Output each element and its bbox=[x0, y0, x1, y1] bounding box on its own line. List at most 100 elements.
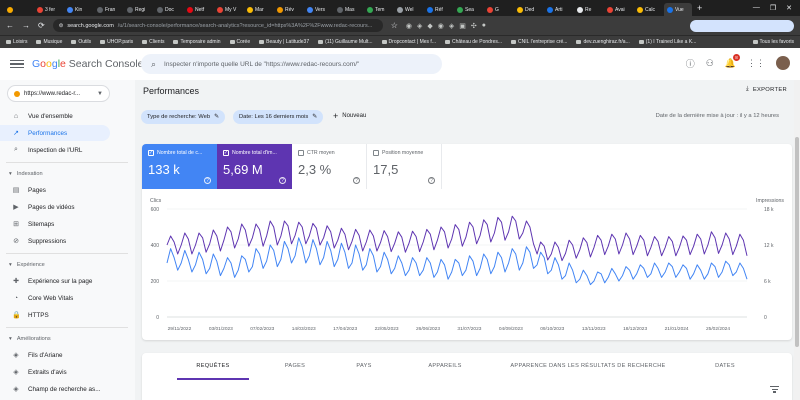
profile-icon[interactable]: ● bbox=[482, 22, 486, 29]
user-settings-icon[interactable]: ⚇ bbox=[706, 58, 714, 69]
browser-tab[interactable]: Mar bbox=[244, 3, 272, 16]
sidebar-item-experience[interactable]: ✚ Expérience sur la page bbox=[0, 273, 110, 289]
bookmark-item[interactable]: Temporaire admin bbox=[173, 39, 221, 45]
browser-tab[interactable]: Réf bbox=[424, 3, 452, 16]
puzzle-icon[interactable]: ✣ bbox=[471, 22, 477, 30]
extension-icon[interactable]: ◈ bbox=[449, 22, 454, 30]
maximize-button[interactable]: ❐ bbox=[770, 4, 776, 12]
minimize-button[interactable]: — bbox=[753, 4, 760, 12]
extension-icon[interactable]: ◉ bbox=[406, 22, 412, 30]
bookmark-item[interactable]: dev.zuenghiraz.fr/a... bbox=[576, 39, 630, 45]
bookmark-item[interactable]: Loisirs bbox=[6, 39, 27, 45]
metric-total-impressions[interactable]: ✓ Nombre total d'im... 5,69 M ? bbox=[217, 144, 292, 189]
browser-tab[interactable]: Calc bbox=[634, 3, 662, 16]
sidebar-item-search[interactable]: ⌕ Inspection de l'URL bbox=[0, 142, 110, 158]
browser-tab[interactable]: Fran bbox=[94, 3, 122, 16]
metric-average-position[interactable]: Position moyenne 17,5 ? bbox=[367, 144, 442, 189]
forward-arrow-icon[interactable]: → bbox=[22, 21, 30, 30]
help-icon[interactable]: ? bbox=[279, 177, 286, 184]
browser-tab[interactable]: Avai bbox=[604, 3, 632, 16]
sidebar-item-pages[interactable]: ▤ Pages bbox=[0, 182, 110, 198]
bookmark-item[interactable]: (11) Guillaume Mult... bbox=[318, 39, 373, 45]
browser-tab[interactable]: Vue bbox=[664, 3, 692, 16]
series-line-impressions[interactable] bbox=[166, 215, 748, 262]
browser-tab[interactable]: Doc bbox=[154, 3, 182, 16]
bookmark-item[interactable]: Beauty | Latitude37 bbox=[259, 39, 309, 45]
extension-icon[interactable]: ▣ bbox=[459, 22, 466, 30]
browser-tab[interactable] bbox=[4, 3, 32, 16]
filter-rows-icon[interactable] bbox=[770, 386, 779, 393]
bookmark-star-icon[interactable]: ☆ bbox=[391, 21, 398, 30]
sidebar-item-speed[interactable]: ◔ Core Web Vitals bbox=[0, 290, 110, 306]
sidebar-item-breadcrumb[interactable]: ◈ Fils d'Ariane bbox=[0, 347, 110, 363]
search-console-logo[interactable]: Google Search Console bbox=[32, 58, 144, 70]
sidebar-item-sitemap[interactable]: ⊞ Sitemaps bbox=[0, 216, 110, 232]
bookmark-item[interactable]: Clients bbox=[142, 39, 164, 45]
extension-icon[interactable]: ◈ bbox=[417, 22, 422, 30]
extension-icon[interactable]: ◉ bbox=[438, 22, 444, 30]
property-selector[interactable]: https://www.redac-r... ▼ bbox=[7, 85, 110, 102]
checkbox-checked-icon[interactable]: ✓ bbox=[223, 150, 229, 156]
search-type-filter-chip[interactable]: Type de recherche: Web ✎ bbox=[141, 110, 225, 124]
browser-tab[interactable]: Rév bbox=[274, 3, 302, 16]
site-info-icon[interactable]: ⊜ bbox=[59, 23, 64, 29]
sidebar-item-home[interactable]: ⌂ Vue d'ensemble bbox=[0, 108, 110, 124]
browser-tab[interactable]: G bbox=[484, 3, 512, 16]
browser-tab[interactable]: Netf bbox=[184, 3, 212, 16]
browser-tab[interactable]: Kin bbox=[64, 3, 92, 16]
apps-grid-icon[interactable]: ⋮⋮ bbox=[747, 58, 765, 69]
checkbox-unchecked-icon[interactable] bbox=[298, 150, 304, 156]
bookmark-item[interactable]: UHOP.paris bbox=[100, 39, 133, 45]
dimension-tab[interactable]: APPARENCE DANS LES RÉSULTATS DE RECHERCH… bbox=[510, 363, 665, 369]
sidebar-item-review[interactable]: ◈ Extraits d'avis bbox=[0, 364, 110, 380]
sidebar-section-header[interactable]: ▾ Expérience bbox=[0, 258, 135, 272]
bookmark-item[interactable]: Dropcontact | Mes f... bbox=[381, 39, 436, 45]
bookmark-item[interactable]: CNIL l'entreprise cré... bbox=[511, 39, 567, 45]
page-scrollbar[interactable] bbox=[794, 80, 800, 400]
extension-icon[interactable]: ◆ bbox=[427, 22, 432, 30]
hamburger-menu-icon[interactable] bbox=[10, 59, 24, 69]
checkbox-checked-icon[interactable]: ✓ bbox=[148, 150, 154, 156]
bookmark-item[interactable]: Outils bbox=[71, 39, 91, 45]
sidebar-item-sitelinks[interactable]: ◈ Champ de recherche as... bbox=[0, 381, 110, 397]
scrollbar-thumb[interactable] bbox=[795, 137, 799, 347]
close-window-button[interactable]: ✕ bbox=[786, 4, 792, 12]
browser-tab[interactable]: Re bbox=[574, 3, 602, 16]
browser-tab[interactable]: My V bbox=[214, 3, 242, 16]
dimension-tab[interactable]: APPAREILS bbox=[428, 363, 461, 369]
sidebar-item-lock[interactable]: 🔒 HTTPS bbox=[0, 307, 110, 323]
dimension-tab[interactable]: REQUÊTES bbox=[196, 363, 229, 369]
sidebar-item-trending[interactable]: ↗ Performances bbox=[0, 125, 110, 141]
metric-average-ctr[interactable]: CTR moyen 2,3 % ? bbox=[292, 144, 367, 189]
checkbox-unchecked-icon[interactable] bbox=[373, 150, 379, 156]
new-tab-button[interactable]: + bbox=[697, 3, 702, 13]
bookmark-item[interactable]: (1) I Trained Like a K... bbox=[638, 39, 696, 45]
help-icon[interactable]: ? bbox=[428, 177, 435, 184]
reload-icon[interactable]: ⟳ bbox=[38, 21, 45, 30]
dimension-tab[interactable]: PAYS bbox=[356, 363, 371, 369]
browser-tab[interactable]: Mas bbox=[334, 3, 362, 16]
notifications-icon[interactable]: 🔔 8 bbox=[725, 53, 740, 69]
browser-tab[interactable]: Vers bbox=[304, 3, 332, 16]
help-icon[interactable]: ? bbox=[353, 177, 360, 184]
browser-tab[interactable]: Wel bbox=[394, 3, 422, 16]
help-icon[interactable]: ⓘ bbox=[686, 57, 695, 70]
date-filter-chip[interactable]: Date: Les 16 derniers mois ✎ bbox=[233, 110, 324, 124]
performance-line-chart[interactable]: Clics Impressions 600 400 200 0 18 k 12 k 6 k 0 29… bbox=[142, 189, 792, 340]
sidebar-section-header[interactable]: ▾ Améliorations bbox=[0, 332, 135, 346]
url-inspection-search[interactable]: ⌕ Inspecter n'importe quelle URL de "htt… bbox=[141, 54, 442, 74]
browser-tab[interactable]: Regi bbox=[124, 3, 152, 16]
sidebar-item-video[interactable]: ▶ Pages de vidéos bbox=[0, 199, 110, 215]
browser-tab[interactable]: Tem bbox=[364, 3, 392, 16]
side-search-box[interactable] bbox=[690, 19, 794, 32]
avatar[interactable] bbox=[776, 56, 790, 70]
bookmark-item[interactable]: Musique bbox=[36, 39, 62, 45]
sidebar-section-header[interactable]: ▾ Indexation bbox=[0, 167, 135, 181]
browser-tab[interactable]: 3 fer bbox=[34, 3, 62, 16]
browser-tab[interactable]: Arti bbox=[544, 3, 572, 16]
bookmark-item[interactable]: Corée bbox=[229, 39, 250, 45]
browser-tab[interactable]: Ded bbox=[514, 3, 542, 16]
dimension-tab[interactable]: PAGES bbox=[285, 363, 305, 369]
sidebar-item-remove[interactable]: ⊘ Suppressions bbox=[0, 233, 110, 249]
dimension-tab[interactable]: DATES bbox=[715, 363, 735, 369]
